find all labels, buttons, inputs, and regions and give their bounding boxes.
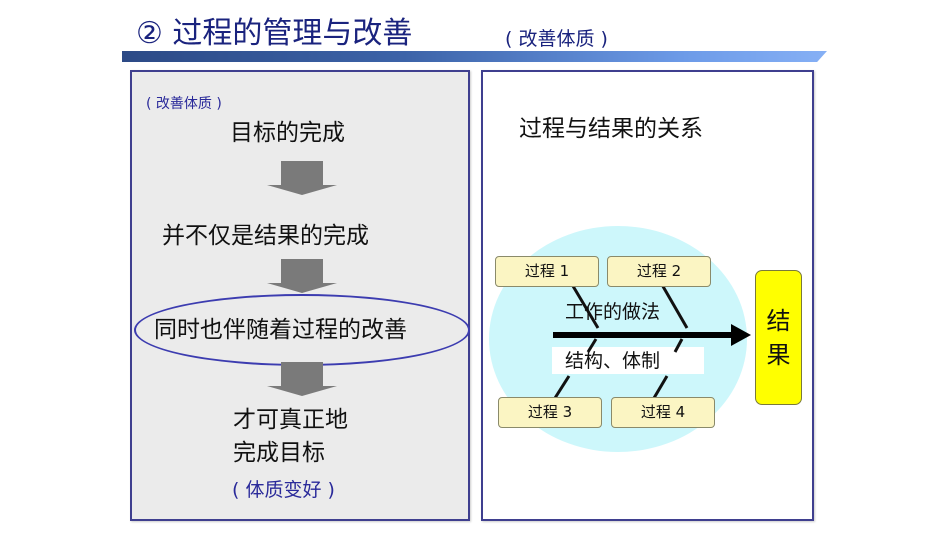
slide-title: ② 过程的管理与改善: [136, 16, 413, 51]
note-improve-constitution: ( 改善体质 ): [146, 96, 222, 112]
bone-process-3: [553, 375, 571, 399]
step-goal-completion: 目标的完成: [230, 120, 345, 146]
lower-label-structure: 结构、体制: [565, 350, 661, 372]
process-box-1: 过程 1: [495, 256, 599, 287]
slide-subtitle: ( 改善体质 ): [505, 28, 608, 50]
process-box-2: 过程 2: [607, 256, 711, 287]
title-underline-bar: [122, 51, 827, 62]
result-box: 结 果: [755, 270, 802, 405]
process-box-4: 过程 4: [611, 397, 715, 428]
upper-label-work-method: 工作的做法: [565, 301, 661, 323]
step-process-improvement: 同时也伴随着过程的改善: [154, 317, 407, 343]
left-panel: ( 改善体质 ) 目标的完成 并不仅是结果的完成 同时也伴随着过程的改善 才可真…: [130, 70, 470, 521]
spine-arrowhead-icon: [731, 324, 751, 346]
step-truly-line1: 才可真正地: [233, 407, 348, 433]
right-panel: 过程与结果的关系 过程 1 过程 2 过程 3 过程 4 工作的做法 结构、体制…: [481, 70, 814, 521]
note-constitution-better: ( 体质变好 ): [232, 479, 335, 501]
step-not-only-result: 并不仅是结果的完成: [162, 223, 369, 249]
bone-process-4: [652, 375, 669, 399]
down-arrow-icon: [267, 161, 337, 195]
result-char-1: 结: [766, 306, 791, 335]
down-arrow-icon: [267, 362, 337, 396]
process-box-3: 过程 3: [498, 397, 602, 428]
result-char-2: 果: [766, 340, 791, 369]
down-arrow-icon: [267, 259, 337, 293]
bone-process-4-top: [673, 338, 684, 353]
step-truly-line2: 完成目标: [233, 440, 325, 466]
